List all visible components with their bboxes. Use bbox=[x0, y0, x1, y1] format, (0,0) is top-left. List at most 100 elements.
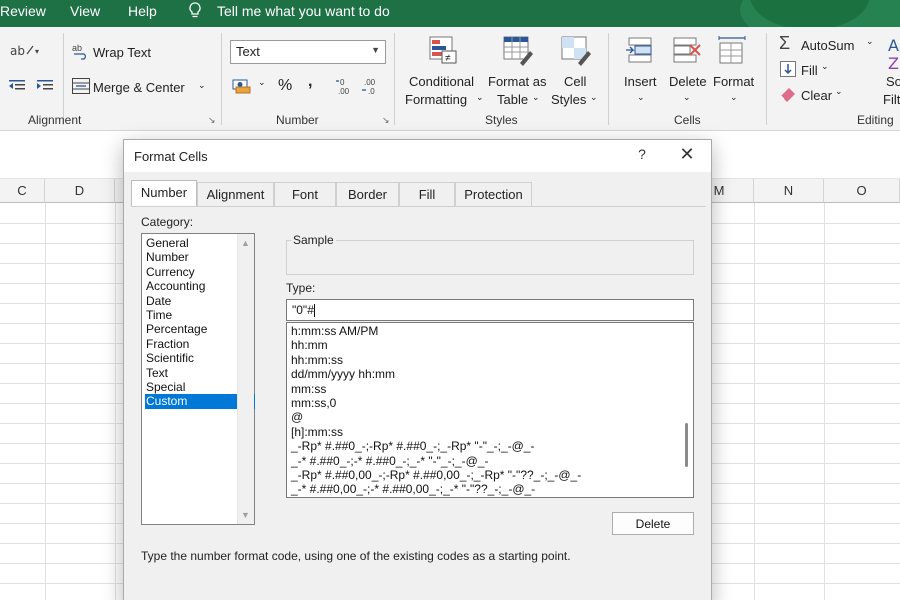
chevron-down-icon: ⌄ bbox=[683, 92, 691, 102]
number-format-value: Text bbox=[236, 44, 260, 59]
sort-filter-button[interactable]: So bbox=[886, 74, 900, 89]
tab-border[interactable]: Border bbox=[336, 182, 399, 206]
format-code-item[interactable]: _-Rp* #.##0,00_-;-Rp* #.##0,00_-;_-Rp* "… bbox=[291, 468, 581, 482]
format-code-item[interactable]: _-Rp* #.##0_-;-Rp* #.##0_-;_-Rp* "-"_-;_… bbox=[291, 439, 534, 453]
format-code-scrollbar[interactable] bbox=[680, 323, 693, 497]
insert-button[interactable]: Insert bbox=[624, 74, 657, 89]
category-scrollbar[interactable]: ▲ ▼ bbox=[237, 234, 254, 524]
chevron-down-icon[interactable]: ⌄ bbox=[866, 36, 874, 47]
help-icon[interactable]: ? bbox=[630, 146, 654, 168]
format-code-item[interactable]: dd/mm/yyyy hh:mm bbox=[291, 367, 395, 381]
dialog-launcher-icon[interactable]: ↘ bbox=[208, 115, 216, 126]
menu-view[interactable]: View bbox=[70, 3, 100, 19]
percent-style-button[interactable]: % bbox=[278, 77, 292, 95]
decrease-decimal-icon[interactable]: .00.0 bbox=[362, 76, 382, 96]
wrap-text-button[interactable]: Wrap Text bbox=[93, 45, 151, 60]
editing-group-label: Editing bbox=[857, 113, 894, 127]
cell-styles-button-line2[interactable]: Styles bbox=[551, 92, 586, 107]
tab-number[interactable]: Number bbox=[131, 180, 197, 207]
dropdown-arrow-icon: ▼ bbox=[371, 45, 380, 55]
format-cells-icon bbox=[716, 35, 748, 67]
sort-filter-button-line2[interactable]: Filt bbox=[883, 92, 900, 107]
ribbon: ab ▾ ab Wrap Text Merge & Center ⌄ Alignm… bbox=[0, 27, 900, 131]
orientation-icon[interactable]: ab ▾ bbox=[8, 41, 44, 59]
format-button[interactable]: Format bbox=[713, 74, 754, 89]
currency-format-icon[interactable] bbox=[232, 77, 254, 95]
svg-text:.00: .00 bbox=[338, 87, 350, 96]
chevron-down-icon[interactable]: ⌄ bbox=[258, 77, 266, 88]
format-code-item[interactable]: [h]:mm:ss bbox=[291, 425, 343, 439]
conditional-formatting-button[interactable]: Conditional bbox=[409, 74, 474, 89]
svg-text:▾: ▾ bbox=[35, 47, 39, 56]
clear-button[interactable]: Clear bbox=[801, 88, 832, 103]
number-tab-panel: Category: General Number Currency Accoun… bbox=[131, 206, 706, 600]
chevron-down-icon[interactable]: ⌄ bbox=[821, 61, 829, 72]
format-code-item[interactable]: h:mm:ss AM/PM bbox=[291, 324, 378, 338]
column-header-o[interactable]: O bbox=[824, 179, 900, 203]
conditional-formatting-button-line2[interactable]: Formatting bbox=[405, 92, 467, 107]
chevron-down-icon[interactable]: ⌄ bbox=[198, 80, 206, 91]
delete-button[interactable]: Delete bbox=[669, 74, 707, 89]
separator bbox=[766, 33, 767, 125]
tab-protection[interactable]: Protection bbox=[455, 182, 532, 206]
format-code-item[interactable]: _-* #.##0,00_-;-* #.##0,00_-;_-* "-"??_-… bbox=[291, 482, 535, 496]
type-label: Type: bbox=[286, 281, 316, 295]
dialog-launcher-icon[interactable]: ↘ bbox=[382, 115, 390, 126]
tab-fill[interactable]: Fill bbox=[399, 182, 455, 206]
tab-font[interactable]: Font bbox=[274, 182, 336, 206]
increase-indent-icon[interactable] bbox=[36, 78, 54, 94]
format-code-item[interactable]: @ bbox=[291, 410, 303, 424]
cell-styles-icon bbox=[560, 35, 592, 67]
format-as-table-button[interactable]: Format as bbox=[488, 74, 547, 89]
sort-filter-icon: AZ bbox=[886, 35, 900, 71]
merge-center-icon bbox=[72, 78, 90, 94]
tell-me-search[interactable]: Tell me what you want to do bbox=[217, 3, 390, 19]
category-list[interactable]: General Number Currency Accounting Date … bbox=[141, 233, 255, 525]
delete-format-button[interactable]: Delete bbox=[612, 512, 694, 535]
scroll-down-icon[interactable]: ▼ bbox=[241, 510, 250, 520]
format-code-item[interactable]: mm:ss bbox=[291, 382, 326, 396]
column-header-n[interactable]: N bbox=[754, 179, 824, 203]
dialog-title-bar[interactable]: Format Cells ? ✕ bbox=[124, 140, 711, 172]
format-as-table-button-line2[interactable]: Table bbox=[497, 92, 528, 107]
chevron-down-icon: ⌄ bbox=[730, 92, 738, 102]
scrollbar-thumb[interactable] bbox=[685, 423, 688, 467]
tab-alignment[interactable]: Alignment bbox=[197, 182, 274, 206]
separator bbox=[608, 33, 609, 125]
format-code-list[interactable]: h:mm:ss AM/PM hh:mm hh:mm:ss dd/mm/yyyy … bbox=[286, 322, 694, 498]
wrap-text-icon: ab bbox=[72, 42, 90, 60]
chevron-down-icon[interactable]: ⌄ bbox=[835, 86, 843, 97]
hint-text: Type the number format code, using one o… bbox=[141, 549, 571, 563]
decrease-indent-icon[interactable] bbox=[8, 78, 26, 94]
svg-text:.00: .00 bbox=[364, 78, 376, 87]
format-as-table-icon bbox=[502, 35, 534, 67]
svg-text:ab: ab bbox=[10, 44, 25, 58]
chevron-down-icon: ⌄ bbox=[476, 92, 484, 102]
menu-help[interactable]: Help bbox=[128, 3, 157, 19]
cell-styles-button[interactable]: Cell bbox=[564, 74, 586, 89]
fill-button[interactable]: Fill bbox=[801, 63, 818, 78]
scroll-up-icon[interactable]: ▲ bbox=[241, 238, 250, 248]
format-code-item[interactable]: _-* #.##0_-;-* #.##0_-;_-* "-"_-;_-@_- bbox=[291, 454, 488, 468]
conditional-formatting-icon: ≠ bbox=[428, 35, 460, 67]
merge-center-button[interactable]: Merge & Center bbox=[93, 80, 185, 95]
close-icon[interactable]: ✕ bbox=[674, 144, 700, 168]
format-code-item[interactable]: hh:mm:ss bbox=[291, 353, 343, 367]
column-header-d[interactable]: D bbox=[45, 179, 115, 203]
format-code-item[interactable]: hh:mm bbox=[291, 338, 328, 352]
format-cells-dialog: Format Cells ? ✕ Number Alignment Font B… bbox=[123, 139, 712, 600]
alignment-group-label: Alignment bbox=[28, 113, 82, 127]
type-input-value: "0"# bbox=[292, 303, 314, 317]
number-format-select[interactable]: Text ▼ bbox=[230, 40, 386, 64]
autosum-button[interactable]: AutoSum bbox=[801, 38, 854, 53]
menu-review[interactable]: Review bbox=[0, 3, 46, 19]
comma-style-button[interactable]: , bbox=[308, 73, 312, 91]
increase-decimal-icon[interactable]: 0.00 bbox=[336, 76, 356, 96]
type-input[interactable]: "0"# bbox=[286, 299, 694, 321]
svg-text:0: 0 bbox=[340, 78, 345, 87]
column-header-c[interactable]: C bbox=[0, 179, 45, 203]
format-code-item[interactable]: mm:ss,0 bbox=[291, 396, 336, 410]
styles-group-label: Styles bbox=[485, 113, 518, 127]
chevron-down-icon: ⌄ bbox=[532, 92, 540, 102]
separator bbox=[221, 33, 222, 125]
